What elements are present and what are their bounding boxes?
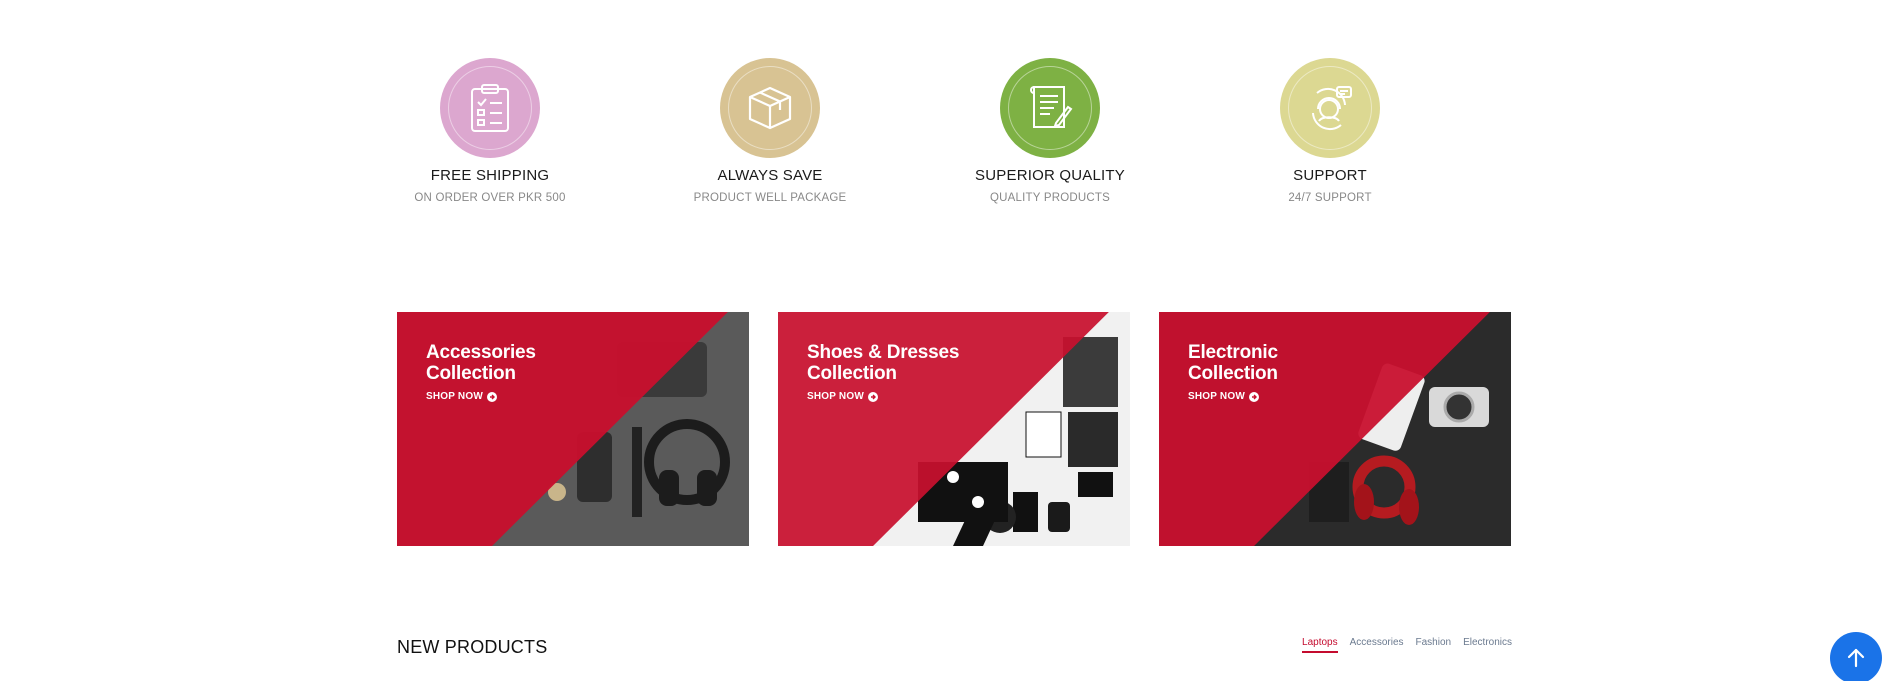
new-products-heading: NEW PRODUCTS [397, 637, 548, 657]
feature-always-save: ALWAYS SAVE PRODUCT WELL PACKAGE [670, 58, 870, 204]
features-row: FREE SHIPPING ON ORDER OVER PKR 500 ALWA… [390, 58, 1510, 218]
banner-electronic-collection[interactable]: Electronic Collection SHOP NOW [1159, 312, 1511, 546]
tab-accessories[interactable]: Accessories [1350, 637, 1404, 653]
box-icon [748, 86, 792, 130]
arrow-right-icon [867, 391, 878, 402]
arrow-right-icon [1248, 391, 1259, 402]
banner-title: Accessories Collection [426, 342, 536, 384]
feature-icon-circle [1280, 58, 1380, 158]
banner-accessories-collection[interactable]: Accessories Collection SHOP NOW [397, 312, 749, 546]
feature-support: SUPPORT 24/7 SUPPORT [1230, 58, 1430, 204]
scroll-to-top-button[interactable] [1830, 632, 1882, 681]
tab-laptops[interactable]: Laptops [1302, 637, 1338, 653]
feature-superior-quality: SUPERIOR QUALITY QUALITY PRODUCTS [950, 58, 1150, 204]
arrow-up-icon [1847, 648, 1865, 668]
banner-title: Shoes & Dresses Collection [807, 342, 960, 384]
feature-title: SUPERIOR QUALITY [975, 167, 1125, 184]
feature-icon-circle [440, 58, 540, 158]
certificate-icon [1030, 86, 1073, 128]
product-tabs: Laptops Accessories Fashion Electronics [1302, 637, 1512, 653]
feature-title: SUPPORT [1293, 167, 1367, 184]
tab-fashion[interactable]: Fashion [1416, 637, 1452, 653]
feature-title: FREE SHIPPING [430, 167, 550, 184]
support-agent-icon [1312, 86, 1352, 130]
feature-subtitle: ON ORDER OVER PKR 500 [414, 192, 566, 204]
shop-now-link[interactable]: SHOP NOW [1188, 391, 1259, 402]
feature-free-shipping: FREE SHIPPING ON ORDER OVER PKR 500 [390, 58, 590, 204]
shop-now-link[interactable]: SHOP NOW [807, 391, 878, 402]
feature-subtitle: QUALITY PRODUCTS [990, 192, 1110, 204]
arrow-right-icon [486, 391, 497, 402]
banner-shoes-dresses-collection[interactable]: Shoes & Dresses Collection SHOP NOW [778, 312, 1130, 546]
feature-icon-circle [1000, 58, 1100, 158]
feature-icon-circle [720, 58, 820, 158]
tab-electronics[interactable]: Electronics [1463, 637, 1512, 653]
feature-subtitle: PRODUCT WELL PACKAGE [693, 192, 847, 204]
feature-subtitle: 24/7 SUPPORT [1288, 192, 1372, 204]
feature-title: ALWAYS SAVE [717, 167, 823, 184]
shop-now-link[interactable]: SHOP NOW [426, 391, 497, 402]
collection-banners: Accessories Collection SHOP NOW Shoes & … [397, 312, 1511, 546]
banner-title: Electronic Collection [1188, 342, 1278, 384]
clipboard-checklist-icon [471, 84, 509, 132]
